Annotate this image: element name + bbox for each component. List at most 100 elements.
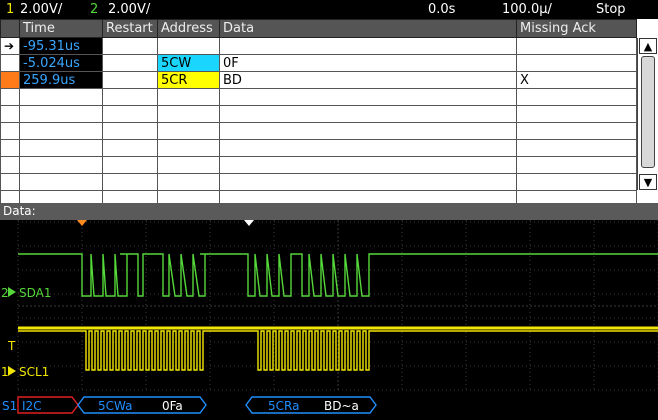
run-state: Stop xyxy=(596,2,626,17)
scl-label: SCL1 xyxy=(19,365,49,379)
row-marker xyxy=(0,71,20,89)
row-marker xyxy=(0,139,20,157)
missing-ack-cell xyxy=(516,88,637,106)
status-bar: 1 2.00V/ 2 2.00V/ 0.0s 100.0µ/ Stop xyxy=(0,0,658,19)
frame1-address: 5CWa xyxy=(98,399,132,413)
data-cell xyxy=(219,156,517,174)
frame2-data: BD~a xyxy=(324,399,359,413)
lister-scrollbar[interactable]: ▲ ▼ xyxy=(637,38,658,190)
time-cell xyxy=(19,122,103,140)
time-cell xyxy=(19,173,103,191)
time-cell: -95.31us xyxy=(19,37,103,55)
address-cell xyxy=(157,105,220,123)
waveform-display[interactable]: 2 SDA1 T 1 SCL1 S1 I2C 5CWa 0Fa 5CRa BD~… xyxy=(0,220,658,420)
restart-cell xyxy=(102,71,158,89)
data-cell xyxy=(219,105,517,123)
channel2-scale: 2.00V/ xyxy=(108,2,151,17)
address-cell xyxy=(157,88,220,106)
address-cell xyxy=(157,173,220,191)
missing-ack-cell xyxy=(516,37,637,55)
header-address[interactable]: Address xyxy=(157,19,220,38)
address-cell xyxy=(157,37,220,55)
table-row[interactable]: ➔ -95.31us xyxy=(0,37,637,55)
bus-ref: S1 xyxy=(2,399,17,413)
table-row[interactable]: 259.9us 5CR BD X xyxy=(0,71,637,89)
row-marker: ➔ xyxy=(0,37,20,55)
ch1-ground-marker: 1 xyxy=(1,365,16,379)
selected-row-marker-icon xyxy=(1,72,19,88)
restart-cell xyxy=(102,139,158,157)
data-cell: BD xyxy=(219,71,517,89)
restart-cell xyxy=(102,37,158,55)
restart-cell xyxy=(102,105,158,123)
data-cell xyxy=(219,173,517,191)
row-marker xyxy=(0,54,20,72)
header-restart[interactable]: Restart xyxy=(102,19,158,38)
graticule xyxy=(17,220,658,391)
row-marker xyxy=(0,105,20,123)
time-cell: -5.024us xyxy=(19,54,103,72)
table-row[interactable] xyxy=(0,88,637,106)
restart-cell xyxy=(102,54,158,72)
table-row[interactable] xyxy=(0,139,637,157)
missing-ack-cell xyxy=(516,105,637,123)
time-cell xyxy=(19,139,103,157)
missing-ack-cell: X xyxy=(516,71,637,89)
row-marker xyxy=(0,156,20,174)
restart-cell xyxy=(102,156,158,174)
missing-ack-cell xyxy=(516,122,637,140)
data-label: Data: xyxy=(3,204,36,218)
missing-ack-cell xyxy=(516,139,637,157)
missing-ack-cell xyxy=(516,54,637,72)
ch1-ref-number: 1 xyxy=(1,365,9,379)
data-cell: 0F xyxy=(219,54,517,72)
ch1-ground-icon xyxy=(8,366,16,376)
data-cell xyxy=(219,139,517,157)
row-marker xyxy=(0,88,20,106)
address-cell xyxy=(157,122,220,140)
lister-panel: Time Restart Address Data Missing Ack ➔ -… xyxy=(0,19,658,208)
address-cell: 5CR xyxy=(157,71,220,89)
table-row[interactable]: -5.024us 5CW 0F xyxy=(0,54,637,72)
missing-ack-cell xyxy=(516,156,637,174)
current-row-arrow-icon: ➔ xyxy=(4,38,15,53)
trigger-position-marker-icon xyxy=(244,220,254,226)
header-data[interactable]: Data xyxy=(219,19,517,38)
table-row[interactable] xyxy=(0,156,637,174)
time-reference-marker-icon xyxy=(77,220,87,226)
restart-cell xyxy=(102,88,158,106)
lister-table: Time Restart Address Data Missing Ack ➔ -… xyxy=(0,19,637,208)
header-missing-ack[interactable]: Missing Ack xyxy=(516,19,637,38)
data-detail-bar: Data: xyxy=(0,203,658,220)
header-time[interactable]: Time xyxy=(19,19,103,38)
restart-cell xyxy=(102,122,158,140)
frame2-address: 5CRa xyxy=(268,399,299,413)
bus-name: I2C xyxy=(22,399,42,413)
lister-header-row: Time Restart Address Data Missing Ack xyxy=(0,19,637,38)
address-cell xyxy=(157,139,220,157)
scroll-thumb[interactable] xyxy=(641,56,655,168)
channel1-number: 1 xyxy=(6,2,15,17)
table-row[interactable] xyxy=(0,122,637,140)
data-cell xyxy=(219,37,517,55)
address-cell: 5CW xyxy=(157,54,220,72)
time-cell: 259.9us xyxy=(19,71,103,89)
waveform-svg: 2 SDA1 T 1 SCL1 S1 I2C 5CWa 0Fa 5CRa BD~… xyxy=(1,220,658,414)
time-position: 0.0s xyxy=(428,2,456,17)
frame1-data: 0Fa xyxy=(162,399,183,413)
ch2-ref-number: 2 xyxy=(1,286,9,300)
trigger-level-mark: T xyxy=(7,339,16,353)
time-cell xyxy=(19,156,103,174)
channel2-number: 2 xyxy=(90,2,99,17)
ch2-ground-icon xyxy=(8,287,16,297)
scroll-down-icon[interactable]: ▼ xyxy=(639,174,657,190)
time-cell xyxy=(19,105,103,123)
channel1-scale: 2.00V/ xyxy=(20,2,63,17)
table-row[interactable] xyxy=(0,173,637,191)
header-marker xyxy=(0,19,20,38)
row-marker xyxy=(0,122,20,140)
scroll-up-icon[interactable]: ▲ xyxy=(639,38,657,54)
decode-bus: S1 I2C 5CWa 0Fa 5CRa BD~a xyxy=(2,396,377,414)
table-row[interactable] xyxy=(0,105,637,123)
row-marker xyxy=(0,173,20,191)
